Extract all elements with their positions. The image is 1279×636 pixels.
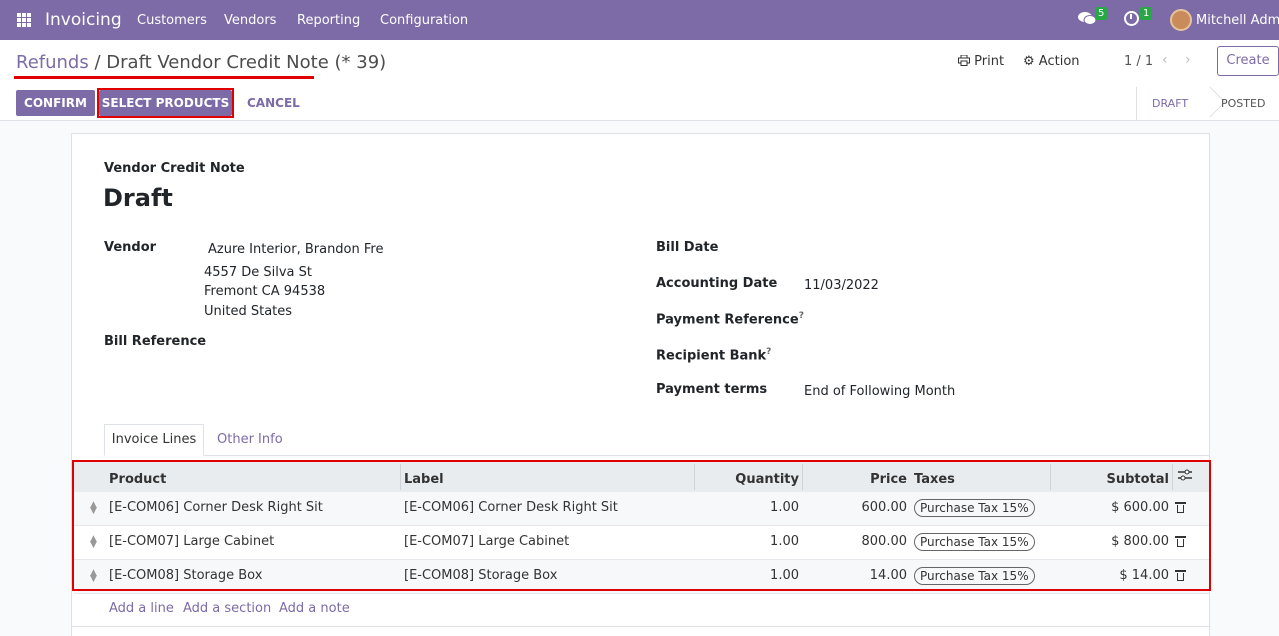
breadcrumb-current: Draft Vendor Credit Note (* 39) bbox=[106, 52, 387, 73]
chevron-left-icon[interactable]: ‹ bbox=[1162, 52, 1168, 68]
highlight-underline bbox=[14, 76, 314, 79]
payment-reference-text: Payment Reference bbox=[656, 312, 799, 328]
tab-other-info[interactable]: Other Info bbox=[217, 432, 283, 447]
payment-terms-label: Payment terms bbox=[656, 382, 768, 397]
confirm-button[interactable]: CONFIRM bbox=[16, 90, 95, 116]
clock-icon[interactable] bbox=[1124, 11, 1139, 26]
accounting-date-label: Accounting Date bbox=[656, 276, 778, 291]
print-icon bbox=[958, 54, 970, 66]
print-button[interactable]: Print bbox=[958, 54, 1004, 69]
payment-terms-field[interactable]: End of Following Month bbox=[804, 384, 955, 399]
payment-reference-label: Payment Reference? bbox=[656, 311, 804, 327]
status-bar: DRAFT POSTED bbox=[1136, 86, 1279, 120]
top-navbar: Invoicing Customers Vendors Reporting Co… bbox=[0, 0, 1279, 40]
menu-configuration[interactable]: Configuration bbox=[380, 13, 468, 28]
highlight-frame bbox=[97, 88, 234, 118]
status-draft[interactable]: DRAFT bbox=[1152, 97, 1188, 110]
app-name[interactable]: Invoicing bbox=[45, 10, 122, 30]
tabs-divider bbox=[104, 455, 1210, 456]
help-icon[interactable]: ? bbox=[766, 347, 771, 357]
bill-date-label: Bill Date bbox=[656, 240, 719, 255]
bill-reference-label: Bill Reference bbox=[104, 334, 207, 349]
menu-vendors[interactable]: Vendors bbox=[224, 13, 276, 28]
chevron-right-icon[interactable]: › bbox=[1185, 52, 1191, 68]
form-sheet: Vendor Credit Note Draft Vendor Azure In… bbox=[71, 133, 1211, 636]
breadcrumb-separator: / bbox=[94, 52, 101, 73]
breadcrumb: Refunds / Draft Vendor Credit Note (* 39… bbox=[16, 52, 386, 73]
avatar[interactable] bbox=[1170, 9, 1192, 31]
vendor-label: Vendor bbox=[104, 240, 157, 255]
messages-badge: 5 bbox=[1095, 7, 1108, 20]
menu-reporting[interactable]: Reporting bbox=[297, 13, 360, 28]
recipient-bank-label: Recipient Bank? bbox=[656, 347, 771, 363]
vendor-address-line: United States bbox=[204, 304, 293, 319]
activities-badge: 1 bbox=[1140, 7, 1153, 20]
doc-name: Draft bbox=[103, 184, 173, 212]
menu-customers[interactable]: Customers bbox=[137, 13, 207, 28]
add-section-link[interactable]: Add a section bbox=[183, 601, 271, 616]
tab-invoice-lines[interactable]: Invoice Lines bbox=[104, 424, 204, 456]
action-label: Action bbox=[1038, 54, 1080, 69]
apps-grid-icon[interactable] bbox=[17, 13, 31, 27]
status-posted[interactable]: POSTED bbox=[1221, 97, 1265, 110]
gear-icon: ⚙ bbox=[1023, 54, 1035, 69]
doc-type: Vendor Credit Note bbox=[104, 161, 245, 176]
print-label: Print bbox=[974, 54, 1005, 69]
user-name[interactable]: Mitchell Admin bbox=[1196, 13, 1279, 28]
action-button[interactable]: ⚙ Action bbox=[1023, 54, 1080, 69]
vendor-address-line: Fremont CA 94538 bbox=[204, 284, 326, 299]
control-panel: Refunds / Draft Vendor Credit Note (* 39… bbox=[0, 40, 1279, 121]
accounting-date-field[interactable]: 11/03/2022 bbox=[804, 278, 879, 293]
divider bbox=[72, 626, 1211, 627]
add-note-link[interactable]: Add a note bbox=[279, 601, 350, 616]
help-icon[interactable]: ? bbox=[799, 311, 804, 321]
create-button[interactable]: Create bbox=[1217, 46, 1279, 76]
pager-value[interactable]: 1 / 1 bbox=[1124, 54, 1153, 69]
chat-icon[interactable] bbox=[1078, 11, 1097, 30]
vendor-field[interactable]: Azure Interior, Brandon Fre bbox=[208, 242, 383, 257]
add-line-link[interactable]: Add a line bbox=[109, 601, 174, 616]
breadcrumb-parent[interactable]: Refunds bbox=[16, 52, 89, 73]
highlight-frame bbox=[72, 460, 1211, 591]
cancel-button[interactable]: CANCEL bbox=[247, 96, 300, 110]
vendor-address-line: 4557 De Silva St bbox=[204, 265, 312, 280]
recipient-bank-text: Recipient Bank bbox=[656, 348, 767, 364]
